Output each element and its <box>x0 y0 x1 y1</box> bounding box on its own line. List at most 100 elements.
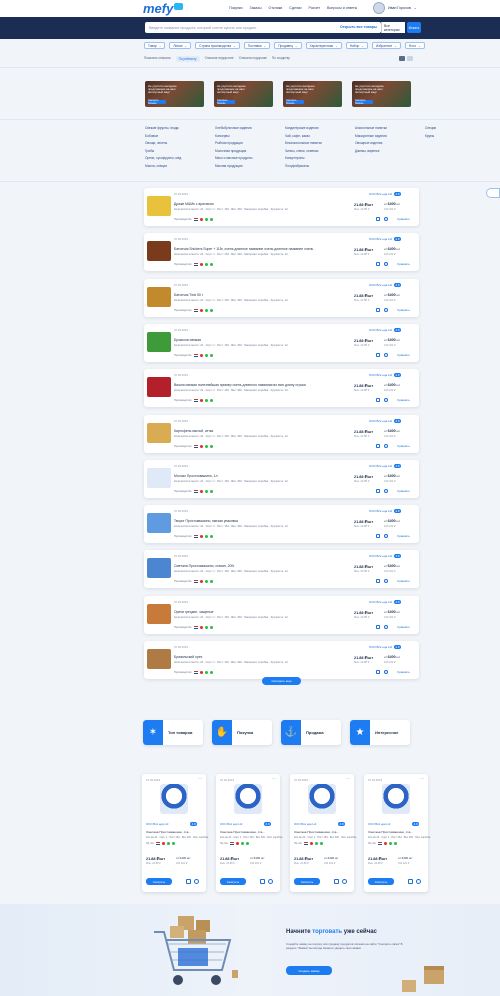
seller-link[interactable]: ООО Всё еда Ltd 4.8 <box>220 822 272 826</box>
product-image[interactable] <box>308 784 336 814</box>
nav-link[interactable]: Расчет <box>309 6 320 10</box>
product-image[interactable] <box>147 467 171 488</box>
compare-link[interactable]: Сравнить <box>397 217 410 221</box>
category-link[interactable]: Свежие фрукты, ягоды <box>145 126 215 130</box>
bookmark-icon[interactable] <box>376 624 380 629</box>
bookmark-icon[interactable] <box>376 262 380 267</box>
product-name[interactable]: Батончик Snickers Super + 115г, очень дл… <box>174 247 364 251</box>
category-link[interactable]: Овощи, зелень <box>145 141 215 145</box>
compare-link[interactable]: Сравнить <box>397 398 410 402</box>
category-link[interactable]: Макаронные изделия <box>355 134 425 138</box>
compare-link[interactable]: Сравнить <box>397 262 410 266</box>
product-name[interactable]: Сметана Простоквашино, ста... <box>294 830 339 834</box>
user-menu[interactable]: Иван Горохов ⌄ <box>373 2 417 14</box>
sort-option[interactable]: Сначала недорогие <box>205 56 234 62</box>
category-link[interactable]: Мясная продукция <box>215 164 285 168</box>
category-link[interactable]: Безалкогольные напитки <box>285 141 355 145</box>
product-name[interactable]: Бразильский орех <box>174 655 364 659</box>
category-link[interactable]: Чипсы, снеки, семечки <box>285 149 355 153</box>
heart-icon[interactable] <box>384 443 388 448</box>
filter-chip[interactable]: Избранное ⌄ <box>371 42 401 49</box>
compare-link[interactable]: Сравнить <box>397 353 410 357</box>
seller-link[interactable]: ООО Всё еда Ltd 4.8 <box>369 554 402 559</box>
compare-link[interactable]: Сравнить <box>397 308 410 312</box>
search-input[interactable]: Введите название продукта, который хотит… <box>145 22 381 33</box>
category-link[interactable]: Концентраты <box>285 156 355 160</box>
product-card[interactable]: 07.02.2019 Творог Простоквашино, мягкая у… <box>144 505 419 544</box>
category-link[interactable]: Овощные изделия <box>355 141 425 145</box>
compare-link[interactable]: Сравнить <box>397 579 410 583</box>
category-link[interactable]: Джемы, варенье <box>355 149 425 153</box>
filter-chip[interactable]: Поставки ⌄ <box>243 42 271 49</box>
product-name[interactable]: Картофель мытый, сетка <box>174 429 364 433</box>
heart-icon[interactable] <box>416 879 421 884</box>
heart-icon[interactable] <box>342 879 347 884</box>
product-name[interactable]: Молоко Простоквашино, 1л <box>174 474 364 478</box>
product-image[interactable] <box>147 603 171 624</box>
promo-banner[interactable]: Не упустите выгодное предложение на наш … <box>283 81 342 107</box>
filter-chip[interactable]: Характеристики ⌄ <box>305 42 342 49</box>
seller-link[interactable]: ООО Всё еда Ltd 4.8 <box>369 509 402 514</box>
nav-link[interactable]: Сделки <box>289 6 301 10</box>
banner-button[interactable]: Смотреть больше <box>148 99 166 105</box>
product-image[interactable] <box>147 649 171 669</box>
product-card[interactable]: 07.02.2019 Картофель мытый, сетка Количест… <box>144 414 419 453</box>
product-name[interactable]: Вишня свежая полезнейшая пример очень дл… <box>174 383 364 387</box>
category-link[interactable]: Грибы <box>145 149 215 153</box>
product-image[interactable] <box>147 377 171 398</box>
seller-link[interactable]: ООО Всё еда Ltd 4.8 <box>369 418 402 423</box>
product-card[interactable]: 07.02.2019 Бразильский орех Количество в м… <box>144 641 419 679</box>
heart-icon[interactable] <box>384 262 388 267</box>
heart-icon[interactable] <box>268 879 273 884</box>
create-request-button[interactable]: Создать заявку <box>286 966 332 975</box>
more-options-icon[interactable]: ⋯ <box>346 776 350 781</box>
product-image[interactable] <box>234 784 262 814</box>
filter-chip[interactable]: Линия ⌄ <box>169 42 192 49</box>
side-toggle[interactable] <box>486 188 500 198</box>
category-link[interactable]: Хлебобулочные изделия <box>215 126 285 130</box>
category-link[interactable]: Специи <box>425 126 485 130</box>
seller-link[interactable]: ООО Всё еда Ltd 4.8 <box>369 599 402 604</box>
promo-banner[interactable]: Не упустите выгодное предложение на наш … <box>145 81 204 107</box>
bookmark-icon[interactable] <box>376 670 380 674</box>
compare-link[interactable]: Сравнить <box>397 625 410 629</box>
category-link[interactable]: Масла, специи <box>145 164 215 168</box>
heart-icon[interactable] <box>384 217 388 221</box>
heart-icon[interactable] <box>384 624 388 629</box>
heart-icon[interactable] <box>384 579 388 584</box>
product-card[interactable]: 07.02.2019 Орехи грецкие, чищеные Количест… <box>144 595 419 634</box>
seller-link[interactable]: ООО Всё еда Ltd 4.8 <box>369 463 402 468</box>
product-name[interactable]: Сметана Простоквашино, ста... <box>220 830 265 834</box>
product-card[interactable]: 07.02.2019 Сметана Простоквашино, стакан,… <box>144 550 419 589</box>
category-link[interactable]: Чай, кофе, какао <box>285 134 355 138</box>
product-name[interactable]: Брокколи свежая <box>174 338 364 342</box>
product-image[interactable] <box>147 422 171 443</box>
heart-icon[interactable] <box>194 879 199 884</box>
product-name[interactable]: Сметана Простоквашино, ста... <box>146 830 191 834</box>
category-link[interactable]: Орехи, сухофрукты, мед <box>145 156 215 160</box>
category-link[interactable]: Мясо и мясные продукты <box>215 156 285 160</box>
compare-link[interactable]: Сравнить <box>397 670 410 674</box>
list-view-icon[interactable] <box>407 56 413 61</box>
grid-product-card[interactable]: 07.02.2019 ⋯ ООО Всё еда Ltd 4.8 Сметана Про… <box>290 774 356 892</box>
show-more-button[interactable]: Смотреть еще <box>262 677 301 685</box>
category-link[interactable]: Кондитерские изделия <box>285 126 355 130</box>
compare-link[interactable]: Сравнить <box>397 489 410 493</box>
category-link[interactable]: Алкогольные напитки <box>355 126 425 130</box>
search-button[interactable]: Искать <box>407 22 421 33</box>
nav-link[interactable]: Отклики <box>269 6 283 10</box>
category-link[interactable]: Консервы <box>215 134 285 138</box>
banner-button[interactable]: Смотреть больше <box>355 99 373 105</box>
product-card[interactable]: 07.02.2019 Батончик Twix 50 г Количество в… <box>144 278 419 317</box>
view-button[interactable]: Смотреть <box>146 878 172 885</box>
seller-link[interactable]: ООО Всё еда Ltd 4.8 <box>146 822 198 826</box>
view-button[interactable]: Смотреть <box>368 878 394 885</box>
search-hint-link[interactable]: Открыть все товары <box>340 25 377 29</box>
bookmark-icon[interactable] <box>260 879 265 884</box>
product-image[interactable] <box>147 513 171 534</box>
product-image[interactable] <box>147 241 171 262</box>
filter-chip[interactable]: Набор ⌄ <box>345 42 368 49</box>
product-image[interactable] <box>382 784 410 814</box>
seller-link[interactable]: ООО Всё еда Ltd 4.8 <box>369 237 402 242</box>
nav-link[interactable]: Заказы <box>250 6 262 10</box>
